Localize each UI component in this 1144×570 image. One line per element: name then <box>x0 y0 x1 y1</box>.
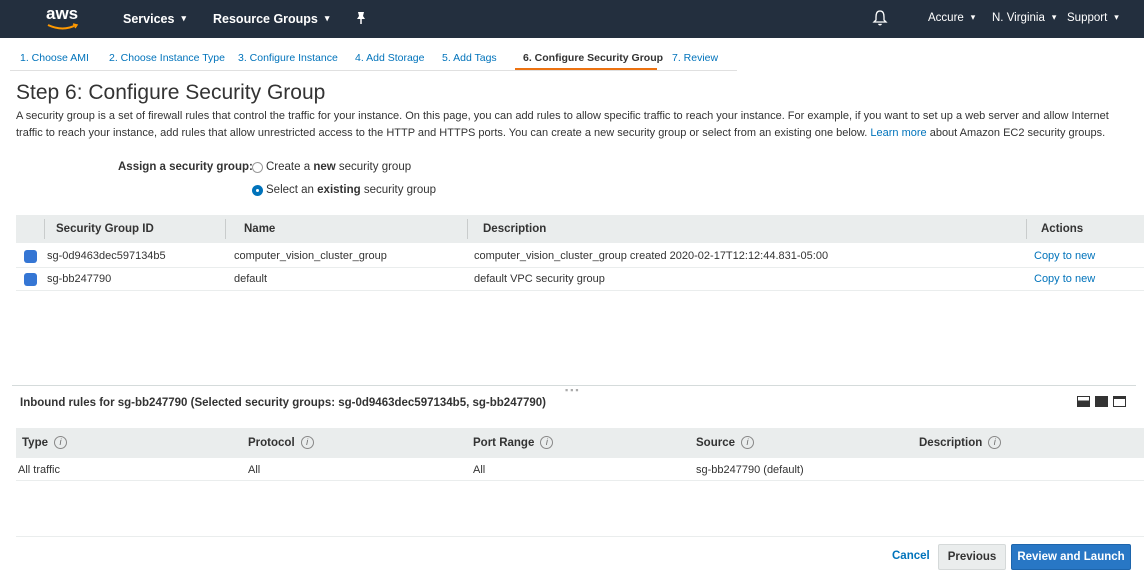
chevron-down-icon: ▾ <box>1051 11 1057 22</box>
column-divider <box>467 219 468 239</box>
security-group-name: default <box>234 273 268 285</box>
info-icon[interactable]: i <box>540 436 554 449</box>
table-row[interactable]: sg-bb247790 default default VPC security… <box>16 268 1144 291</box>
panel-layout-controls <box>1077 396 1126 407</box>
resource-groups-menu[interactable]: Resource Groups ▾ <box>213 12 329 26</box>
copy-to-new-link[interactable]: Copy to new <box>1034 273 1095 285</box>
column-divider <box>225 219 226 239</box>
services-menu[interactable]: Services ▾ <box>123 12 186 26</box>
region-menu[interactable]: N. Virginia ▾ <box>992 11 1057 25</box>
table-row[interactable]: sg-0d9463dec597134b5 computer_vision_clu… <box>16 245 1144 268</box>
column-header-description[interactable]: Description <box>483 223 546 235</box>
tab-configure-security-group[interactable]: 6. Configure Security Group <box>523 52 663 64</box>
learn-more-link[interactable]: Learn more <box>870 127 926 139</box>
column-header-name[interactable]: Name <box>244 223 275 235</box>
info-icon[interactable]: i <box>988 436 1002 449</box>
row-checkbox-checked[interactable] <box>24 273 37 286</box>
page-title: Step 6: Configure Security Group <box>16 81 326 104</box>
column-header-description: Description i <box>919 436 1002 449</box>
account-label: Accure <box>928 12 964 24</box>
tab-choose-ami[interactable]: 1. Choose AMI <box>20 52 89 64</box>
copy-to-new-link[interactable]: Copy to new <box>1034 250 1095 262</box>
layout-full-panel-icon[interactable] <box>1095 396 1108 407</box>
chevron-down-icon: ▾ <box>1114 11 1119 22</box>
inbound-rules-title: Inbound rules for sg-bb247790 (Selected … <box>20 397 546 409</box>
support-label: Support <box>1067 12 1108 24</box>
table-row: All traffic All All sg-bb247790 (default… <box>16 458 1144 481</box>
assign-security-group-label: Assign a security group: <box>118 161 253 173</box>
column-header-protocol: Protocol i <box>248 436 314 449</box>
security-group-description: computer_vision_cluster_group created 20… <box>474 250 829 262</box>
security-group-name: computer_vision_cluster_group <box>234 250 387 262</box>
radio-create-new-label: Create a new security group <box>266 161 412 173</box>
description-text-end: about Amazon EC2 security groups. <box>929 126 1106 139</box>
info-icon[interactable]: i <box>300 436 314 449</box>
radio-create-new[interactable]: Create a new security group <box>252 161 411 173</box>
row-checkbox-checked[interactable] <box>24 250 37 263</box>
rule-protocol: All <box>248 464 261 476</box>
tabs-divider <box>10 70 737 71</box>
radio-button-checked[interactable] <box>252 184 263 196</box>
security-group-description: default VPC security group <box>474 273 605 285</box>
table-header: Security Group ID Name Description Actio… <box>16 215 1144 243</box>
layout-bottom-panel-icon[interactable] <box>1077 396 1090 407</box>
column-header-type: Type i <box>22 436 67 449</box>
pin-icon[interactable] <box>355 11 367 25</box>
review-and-launch-button[interactable]: Review and Launch <box>1011 544 1131 570</box>
chevron-down-icon: ▾ <box>181 12 186 23</box>
column-header-port-range: Port Range i <box>473 436 554 449</box>
tab-review[interactable]: 7. Review <box>672 52 718 64</box>
info-icon[interactable]: i <box>54 436 67 449</box>
resize-handle-icon[interactable]: ▪▪▪ <box>565 385 581 395</box>
column-header-source: Source i <box>696 436 754 449</box>
radio-select-existing-label: Select an existing security group <box>266 184 437 196</box>
rule-type: All traffic <box>18 464 60 476</box>
rule-port-range: All <box>473 464 486 476</box>
info-icon[interactable]: i <box>741 436 754 449</box>
previous-button[interactable]: Previous <box>938 544 1006 570</box>
layout-top-panel-icon[interactable] <box>1113 396 1126 407</box>
chevron-down-icon: ▾ <box>970 11 976 22</box>
tab-choose-instance-type[interactable]: 2. Choose Instance Type <box>109 52 225 64</box>
rule-source: sg-bb247790 (default) <box>696 464 804 476</box>
aws-smile-icon <box>47 23 79 30</box>
account-menu[interactable]: Accure ▾ <box>928 11 976 25</box>
security-group-id: sg-bb247790 <box>47 273 112 285</box>
column-divider <box>44 219 45 239</box>
column-header-actions: Actions <box>1041 223 1084 235</box>
wizard-steps: 1. Choose AMI 2. Choose Instance Type 3.… <box>0 38 1144 70</box>
tab-add-tags[interactable]: 5. Add Tags <box>442 52 497 64</box>
support-menu[interactable]: Support ▾ <box>1067 11 1119 25</box>
table-header: Type i Protocol i Port Range i Source i Desc… <box>16 428 1144 458</box>
tab-configure-instance[interactable]: 3. Configure Instance <box>238 52 338 64</box>
services-label: Services <box>123 12 175 26</box>
cancel-button[interactable]: Cancel <box>892 550 930 562</box>
aws-logo-text: aws <box>46 4 79 23</box>
radio-button-unchecked[interactable] <box>252 161 263 173</box>
column-divider <box>1026 219 1027 239</box>
column-header-security-group-id[interactable]: Security Group ID <box>56 223 154 235</box>
region-label: N. Virginia <box>992 12 1045 24</box>
chevron-down-icon: ▾ <box>324 12 330 23</box>
notifications-bell-icon[interactable] <box>872 9 888 27</box>
radio-select-existing[interactable]: Select an existing security group <box>252 184 436 196</box>
footer-divider <box>16 536 1144 537</box>
security-group-id: sg-0d9463dec597134b5 <box>47 250 166 262</box>
resource-groups-label: Resource Groups <box>213 12 318 26</box>
tab-add-storage[interactable]: 4. Add Storage <box>355 52 424 64</box>
top-navigation-bar: aws Services ▾ Resource Groups ▾ Accure … <box>0 0 1144 38</box>
page-description: A security group is a set of firewall ru… <box>16 108 1136 141</box>
aws-logo[interactable]: aws <box>46 5 86 33</box>
